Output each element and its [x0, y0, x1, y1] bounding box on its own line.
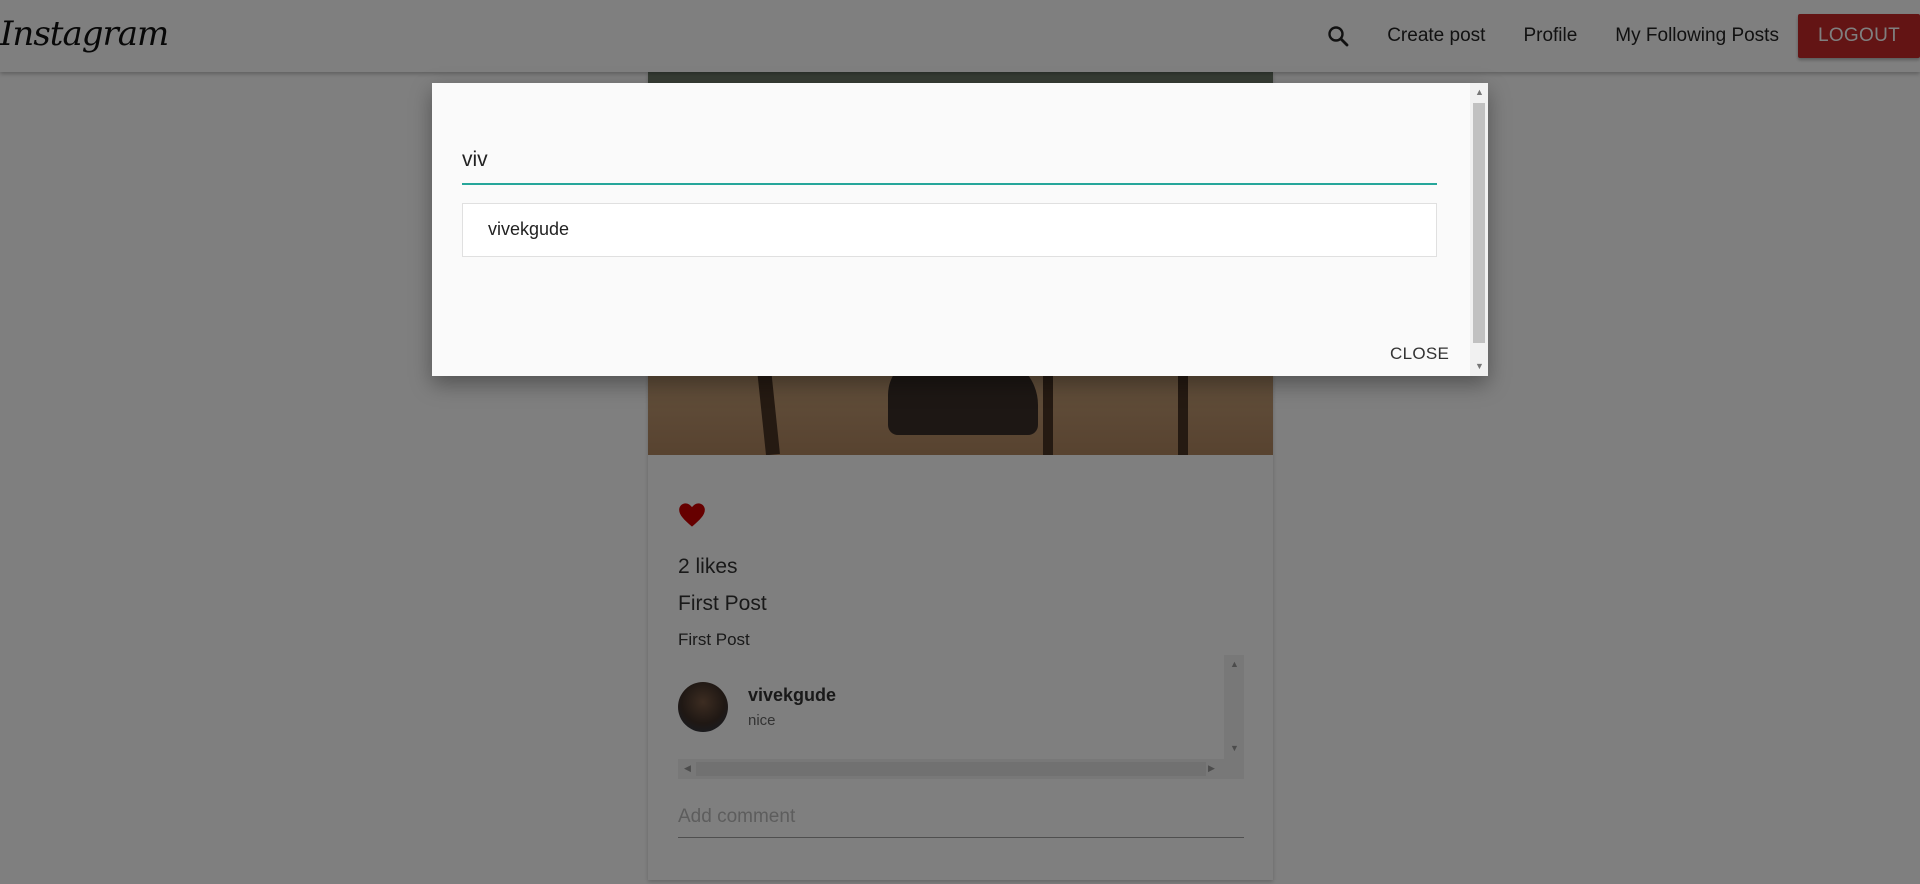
search-modal: vivekgude CLOSE ▲ ▼ — [432, 83, 1488, 376]
close-button[interactable]: CLOSE — [1390, 344, 1449, 364]
search-input[interactable] — [462, 137, 1437, 185]
scrollbar-thumb[interactable] — [1473, 103, 1485, 343]
search-results: vivekgude — [462, 203, 1437, 257]
search-result-item[interactable]: vivekgude — [488, 219, 569, 240]
scroll-down-icon[interactable]: ▼ — [1475, 361, 1484, 371]
modal-scrollbar[interactable]: ▲ ▼ — [1470, 83, 1488, 376]
scroll-up-icon[interactable]: ▲ — [1475, 87, 1484, 97]
